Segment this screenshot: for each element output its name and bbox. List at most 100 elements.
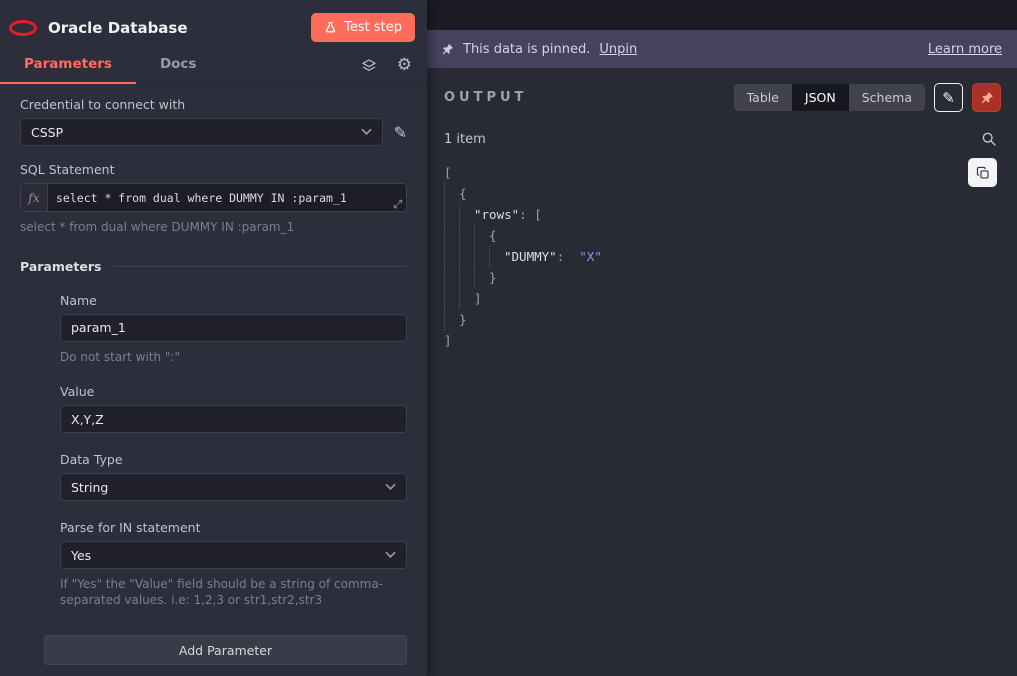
json-line: { <box>444 183 1001 204</box>
flask-icon <box>324 21 337 34</box>
indent-guide <box>444 309 459 330</box>
indent-guide <box>474 246 489 267</box>
json-line: "DUMMY": "X" <box>444 246 1001 267</box>
json-punctuation: } <box>489 270 497 285</box>
json-punctuation: } <box>459 312 467 327</box>
json-output-view: [ { "rows": [ { "DUMMY": "X"}]}] <box>444 158 1001 351</box>
json-tree: [ { "rows": [ { "DUMMY": "X"}]}] <box>444 162 1001 351</box>
param-parse-hint: If "Yes" the "Value" field should be a s… <box>60 577 384 607</box>
sql-statement-input[interactable]: fx select * from dual where DUMMY IN :pa… <box>20 183 407 212</box>
pinned-banner-message: This data is pinned. <box>463 41 591 57</box>
tab-docs[interactable]: Docs <box>136 56 221 83</box>
param-datatype-value: String <box>71 479 109 495</box>
json-line: } <box>444 267 1001 288</box>
json-line: } <box>444 309 1001 330</box>
indent-guide <box>444 183 459 204</box>
gear-icon[interactable]: ⚙ <box>397 57 412 74</box>
indent-guide <box>459 204 474 225</box>
indent-guide <box>489 246 504 267</box>
node-title: Oracle Database <box>48 18 188 37</box>
learn-more-link[interactable]: Learn more <box>928 42 1002 57</box>
param-datatype-select[interactable]: String <box>60 473 407 502</box>
tab-bar-icons: ⚙ <box>346 57 427 83</box>
json-separator: : <box>519 207 535 222</box>
indent-guide <box>444 267 459 288</box>
indent-guide <box>459 225 474 246</box>
node-settings-panel: Oracle Database Test step Parameters Doc… <box>0 0 427 676</box>
pinned-data-banner: This data is pinned. Unpin Learn more <box>427 30 1017 68</box>
expand-editor-icon[interactable] <box>393 199 403 209</box>
edit-credential-icon[interactable]: ✎ <box>394 123 407 142</box>
pin-data-button[interactable] <box>972 83 1001 112</box>
param-name-input[interactable] <box>60 313 407 342</box>
indent-guide <box>459 288 474 309</box>
param-parse-value: Yes <box>71 547 92 563</box>
param-parse-select[interactable]: Yes <box>60 541 407 570</box>
sql-statement-label: SQL Statement <box>20 162 115 177</box>
indent-guide <box>444 225 459 246</box>
layers-icon[interactable] <box>361 58 377 74</box>
view-tab-table[interactable]: Table <box>733 84 792 111</box>
tab-parameters[interactable]: Parameters <box>0 56 136 84</box>
indent-guide <box>459 246 474 267</box>
indent-guide <box>444 246 459 267</box>
param-value-input[interactable] <box>60 405 407 434</box>
copy-icon <box>976 166 990 180</box>
items-count: 1 item <box>444 131 486 147</box>
pin-icon <box>441 43 454 56</box>
parameter-item: Name Do not start with ":" Value Data Ty… <box>60 293 407 609</box>
indent-guide <box>444 288 459 309</box>
json-value: "X" <box>579 249 602 264</box>
view-tab-schema[interactable]: Schema <box>848 84 925 111</box>
param-name-label: Name <box>60 292 97 308</box>
test-step-label: Test step <box>344 20 402 35</box>
view-tab-json[interactable]: JSON <box>791 84 849 111</box>
param-name-hint: Do not start with ":" <box>60 349 180 364</box>
output-title: OUTPUT <box>444 90 528 105</box>
json-line: [ <box>444 162 1001 183</box>
test-step-button[interactable]: Test step <box>311 13 415 42</box>
json-separator: : <box>556 249 580 264</box>
param-parse-label: Parse for IN statement <box>60 520 201 536</box>
indent-guide <box>444 204 459 225</box>
json-punctuation: [ <box>444 165 452 180</box>
parameters-section-title: Parameters <box>20 259 407 274</box>
indent-guide <box>459 267 474 288</box>
node-parameters-form: Credential to connect with CSSP ✎ SQL St… <box>0 84 427 676</box>
output-panel: This data is pinned. Unpin Learn more OU… <box>427 0 1017 676</box>
node-header: Oracle Database Test step <box>0 0 427 51</box>
canvas-strip <box>427 0 1017 30</box>
credential-label: Credential to connect with <box>20 97 186 112</box>
json-punctuation: ] <box>474 291 482 306</box>
chevron-down-icon <box>361 128 372 136</box>
json-line: "rows": [ <box>444 204 1001 225</box>
parameters-section-label: Parameters <box>20 258 102 274</box>
credential-value: CSSP <box>31 124 64 140</box>
output-header: OUTPUT Table JSON Schema ✎ <box>444 83 1001 112</box>
sql-statement-value: select * from dual where DUMMY IN :param… <box>56 190 347 205</box>
search-icon[interactable] <box>981 131 997 147</box>
json-key: "rows" <box>474 207 520 222</box>
pin-icon <box>980 91 994 105</box>
indent-guide <box>474 225 489 246</box>
json-line: { <box>444 225 1001 246</box>
json-line: ] <box>444 330 1001 351</box>
param-value-label: Value <box>60 384 95 400</box>
section-divider <box>113 265 407 267</box>
param-datatype-label: Data Type <box>60 452 123 468</box>
add-parameter-button[interactable]: Add Parameter <box>44 635 407 666</box>
unpin-link[interactable]: Unpin <box>599 42 637 57</box>
credential-row: CSSP ✎ <box>20 118 407 146</box>
json-line: ] <box>444 288 1001 309</box>
chevron-down-icon <box>385 551 396 559</box>
output-view-switcher: Table JSON Schema <box>733 84 925 111</box>
json-punctuation: [ <box>534 207 542 222</box>
oracle-logo-icon <box>9 19 37 36</box>
copy-output-button[interactable] <box>968 158 997 187</box>
node-tab-bar: Parameters Docs ⚙ <box>0 51 427 84</box>
edit-output-button[interactable]: ✎ <box>934 83 963 112</box>
json-punctuation: { <box>459 186 467 201</box>
sql-statement-preview: select * from dual where DUMMY IN :param… <box>20 220 295 234</box>
json-punctuation: { <box>489 228 497 243</box>
credential-select[interactable]: CSSP <box>20 118 383 146</box>
